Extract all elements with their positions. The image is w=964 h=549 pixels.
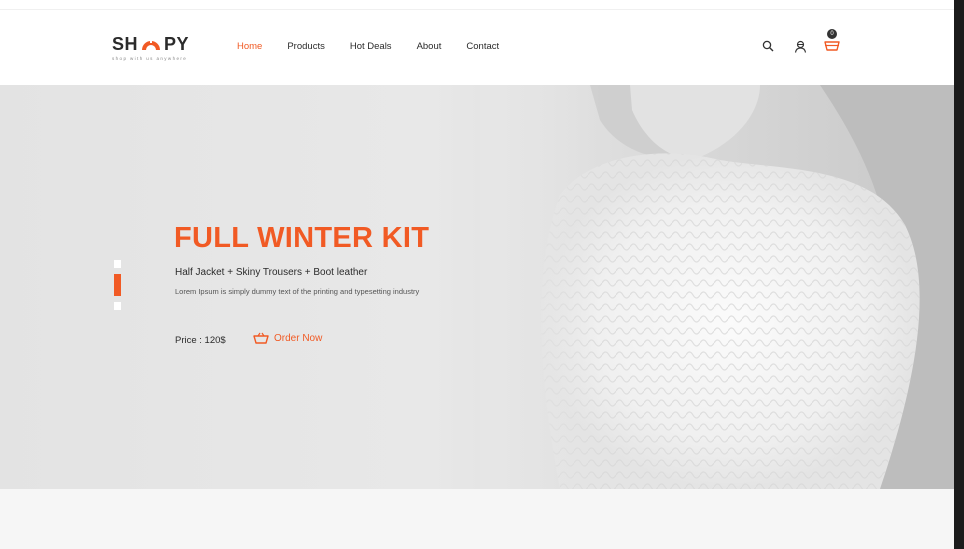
nav-hot-deals[interactable]: Hot Deals bbox=[350, 41, 392, 52]
logo-tagline: shop with us anywhere bbox=[112, 56, 188, 61]
hero-description: Lorem Ipsum is simply dummy text of the … bbox=[175, 287, 420, 296]
cart-button[interactable]: 0 bbox=[824, 29, 840, 52]
nav-about[interactable]: About bbox=[417, 41, 442, 52]
logo-text-right: PY bbox=[164, 34, 190, 54]
slide-dot-2-active[interactable] bbox=[114, 274, 121, 296]
account-button[interactable] bbox=[792, 38, 808, 54]
hero-image bbox=[480, 85, 954, 489]
slide-dot-1[interactable] bbox=[114, 260, 121, 268]
slide-dot-3[interactable] bbox=[114, 302, 121, 310]
search-button[interactable] bbox=[760, 38, 776, 54]
below-fold-section bbox=[0, 489, 954, 549]
header-icons: 0 bbox=[760, 29, 856, 54]
cart-icon bbox=[824, 41, 840, 51]
nav-contact[interactable]: Contact bbox=[466, 41, 499, 52]
user-icon bbox=[794, 40, 806, 53]
site-header: SH PY shop with us anywhere Home Product… bbox=[0, 10, 954, 85]
hero-subtitle: Half Jacket + Skiny Trousers + Boot leat… bbox=[175, 267, 368, 278]
search-icon bbox=[762, 40, 774, 52]
page: SH PY shop with us anywhere Home Product… bbox=[0, 0, 954, 549]
basket-icon bbox=[253, 332, 269, 344]
logo-wordmark: SH PY bbox=[112, 34, 192, 55]
scrollbar-track bbox=[954, 0, 964, 549]
logo-dome-icon bbox=[142, 39, 161, 50]
hero-banner: FULL WINTER KIT Half Jacket + Skiny Trou… bbox=[0, 85, 954, 489]
cart-count-badge: 0 bbox=[827, 29, 837, 39]
hero-title: FULL WINTER KIT bbox=[174, 222, 430, 254]
logo[interactable]: SH PY shop with us anywhere bbox=[112, 34, 192, 64]
main-nav: Home Products Hot Deals About Contact bbox=[237, 41, 524, 52]
order-now-button[interactable]: Order Now bbox=[253, 332, 322, 344]
logo-text-left: SH bbox=[112, 34, 139, 54]
slider-indicator bbox=[114, 260, 121, 316]
order-now-label: Order Now bbox=[274, 332, 323, 344]
nav-home[interactable]: Home bbox=[237, 41, 262, 52]
top-bar bbox=[0, 0, 954, 10]
nav-products[interactable]: Products bbox=[287, 41, 325, 52]
hero-price: Price : 120$ bbox=[175, 335, 226, 346]
